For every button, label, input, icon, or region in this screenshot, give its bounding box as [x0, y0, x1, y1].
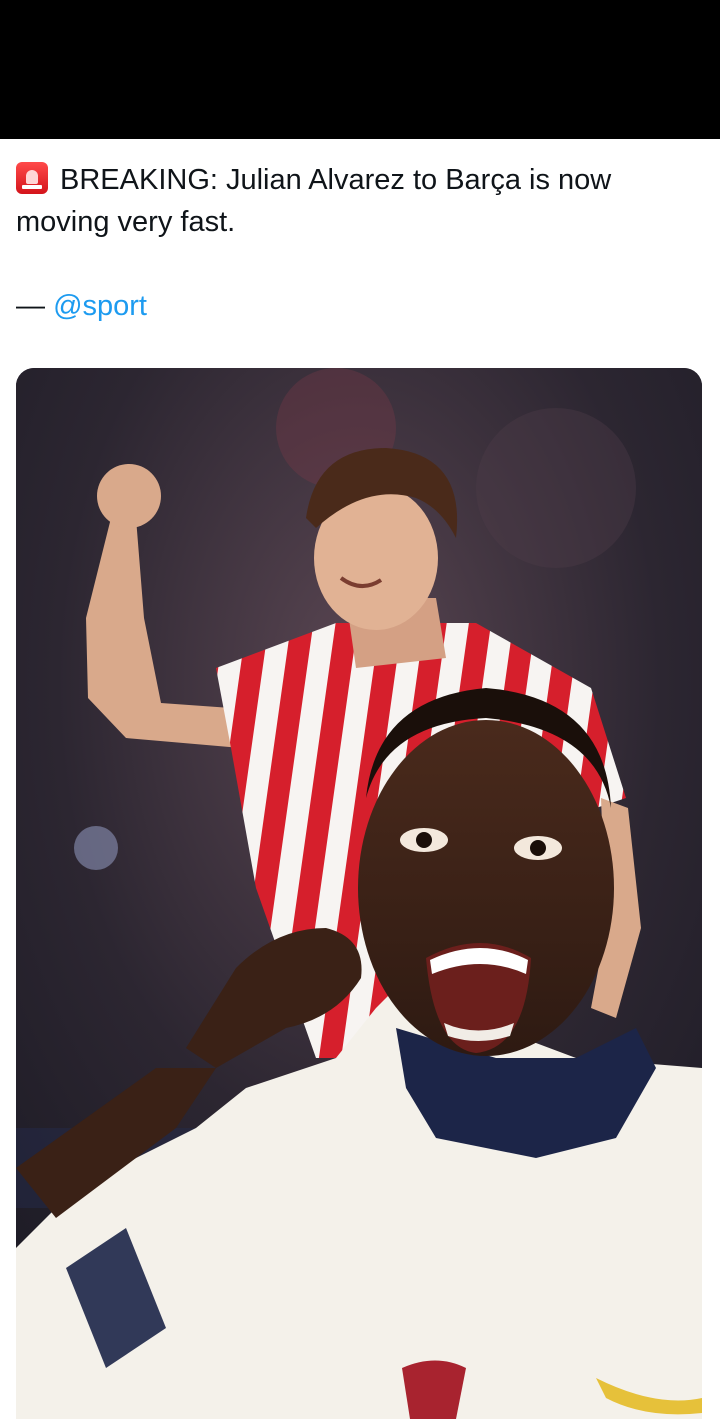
rotating-light-icon: [16, 162, 48, 194]
tweet-card: BREAKING: Julian Alvarez to Barça is now…: [0, 139, 720, 1419]
footballer-photo: [16, 368, 702, 1419]
tweet-media-image[interactable]: [16, 368, 702, 1419]
tweet-body: BREAKING: Julian Alvarez to Barça is now…: [16, 164, 612, 238]
credit-dash: —: [16, 290, 54, 322]
top-black-bar: [0, 0, 720, 139]
tweet-text: BREAKING: Julian Alvarez to Barça is now…: [16, 159, 696, 243]
mention-link[interactable]: @sport: [53, 290, 147, 322]
source-credit: — @sport: [16, 285, 147, 327]
